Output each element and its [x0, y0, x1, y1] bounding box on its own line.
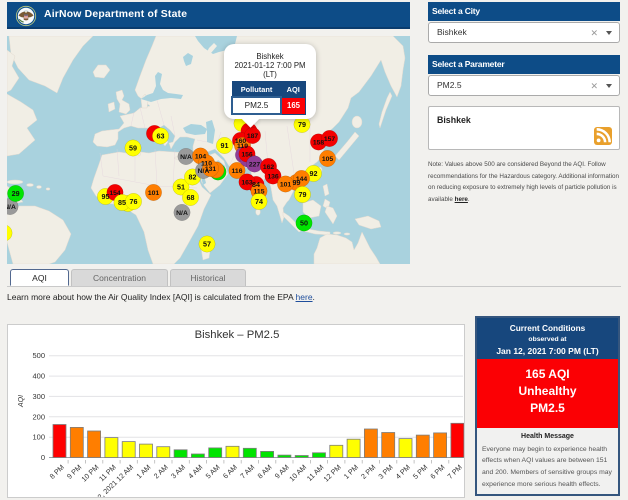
svg-text:500: 500 — [32, 351, 45, 360]
svg-text:2 AM: 2 AM — [152, 463, 170, 481]
svg-text:79: 79 — [298, 120, 306, 129]
svg-text:187: 187 — [247, 133, 259, 140]
svg-text:12 PM: 12 PM — [322, 463, 343, 484]
svg-text:68: 68 — [187, 193, 195, 202]
svg-text:8 PM: 8 PM — [48, 463, 66, 481]
svg-text:6 AM: 6 AM — [221, 463, 239, 481]
svg-text:10 PM: 10 PM — [79, 463, 100, 484]
svg-text:158: 158 — [313, 139, 325, 146]
svg-text:11 AM: 11 AM — [305, 463, 326, 483]
svg-text:101: 101 — [148, 190, 160, 197]
svg-text:119: 119 — [237, 143, 248, 150]
svg-text:57: 57 — [203, 239, 211, 248]
svg-text:7 AM: 7 AM — [238, 463, 256, 481]
svg-text:105: 105 — [322, 156, 334, 163]
svg-text:3 PM: 3 PM — [376, 463, 394, 481]
svg-text:4 PM: 4 PM — [394, 463, 412, 481]
svg-text:63: 63 — [157, 131, 165, 140]
svg-text:5 AM: 5 AM — [204, 463, 222, 481]
svg-text:59: 59 — [129, 143, 137, 152]
svg-text:74: 74 — [255, 197, 263, 206]
svg-text:N/A: N/A — [7, 204, 16, 211]
svg-text:85: 85 — [118, 198, 126, 207]
svg-text:Bishkek – PM2.5: Bishkek – PM2.5 — [195, 329, 280, 341]
svg-text:154: 154 — [109, 190, 121, 197]
svg-text:400: 400 — [32, 372, 45, 381]
svg-text:1 PM: 1 PM — [342, 463, 360, 481]
svg-text:10 AM: 10 AM — [287, 463, 308, 484]
svg-text:4 AM: 4 AM — [186, 463, 204, 481]
svg-text:AQI: AQI — [18, 395, 25, 408]
svg-text:79: 79 — [299, 190, 307, 199]
svg-text:144: 144 — [296, 176, 308, 183]
svg-text:163: 163 — [241, 179, 253, 186]
svg-text:51: 51 — [177, 182, 185, 191]
svg-text:6 PM: 6 PM — [428, 463, 446, 481]
svg-text:300: 300 — [32, 392, 45, 401]
svg-text:116: 116 — [232, 168, 243, 175]
svg-text:92: 92 — [310, 169, 318, 178]
svg-text:8 AM: 8 AM — [256, 463, 274, 481]
svg-text:200: 200 — [32, 412, 45, 421]
svg-text:82: 82 — [189, 172, 197, 181]
svg-text:162: 162 — [263, 164, 275, 171]
svg-text:0: 0 — [41, 453, 45, 462]
svg-text:131: 131 — [205, 166, 217, 173]
svg-text:2 PM: 2 PM — [359, 463, 377, 481]
svg-text:95: 95 — [102, 192, 110, 201]
svg-text:N/A: N/A — [180, 154, 192, 161]
svg-text:29: 29 — [12, 189, 20, 198]
svg-text:91: 91 — [221, 141, 229, 150]
svg-text:N/A: N/A — [176, 210, 188, 217]
svg-text:7 PM: 7 PM — [446, 463, 464, 481]
svg-text:157: 157 — [324, 136, 336, 143]
svg-text:5 PM: 5 PM — [411, 463, 429, 481]
svg-text:1 AM: 1 AM — [134, 463, 152, 481]
svg-text:115: 115 — [254, 188, 265, 195]
svg-text:104: 104 — [195, 153, 207, 160]
svg-text:76: 76 — [130, 197, 138, 206]
svg-text:100: 100 — [32, 433, 45, 442]
svg-text:227: 227 — [249, 161, 261, 168]
svg-text:50: 50 — [300, 218, 308, 227]
svg-text:101: 101 — [280, 181, 292, 188]
svg-text:156: 156 — [241, 151, 253, 158]
svg-text:136: 136 — [267, 173, 279, 180]
svg-text:3 AM: 3 AM — [169, 463, 187, 481]
